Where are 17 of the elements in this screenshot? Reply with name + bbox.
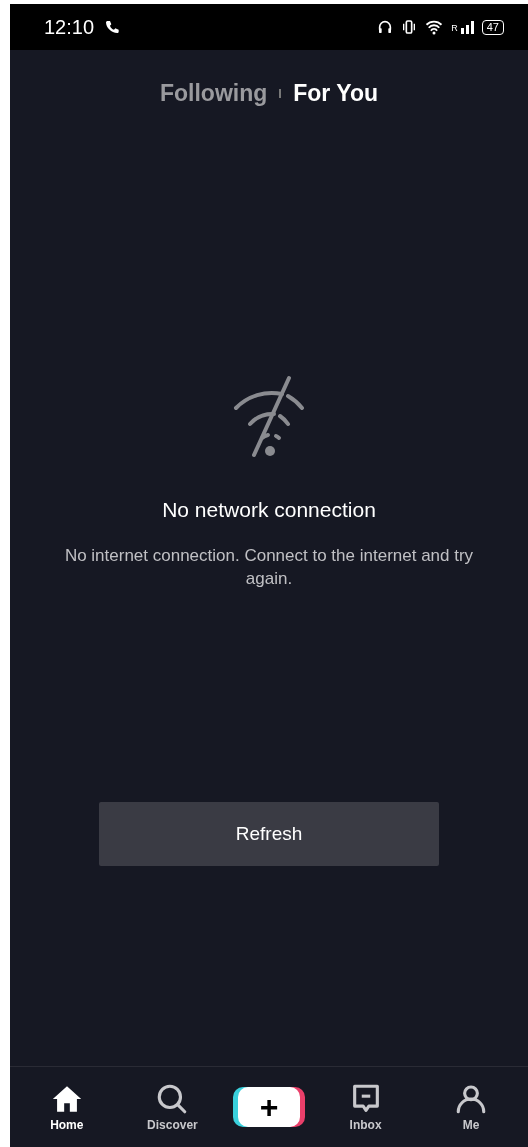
feed-tab[interactable]: For You bbox=[293, 79, 379, 107]
vibrate-icon bbox=[401, 19, 418, 35]
wifi-icon bbox=[425, 19, 444, 35]
phone-icon bbox=[104, 19, 121, 35]
nav-item[interactable]: Home bbox=[26, 1082, 107, 1132]
nav-item[interactable]: Discover bbox=[132, 1082, 213, 1132]
battery-level: 47 bbox=[481, 19, 504, 35]
roaming-label: R bbox=[451, 23, 458, 33]
clock: 12:10 bbox=[44, 15, 95, 39]
empty-state-message: No internet connection. Connect to the internet and try again. bbox=[63, 545, 475, 590]
signal-icon bbox=[459, 20, 474, 34]
empty-state-title: No network connection bbox=[162, 498, 376, 522]
nav-item[interactable]: Inbox bbox=[325, 1082, 406, 1132]
nav-item[interactable]: Me bbox=[431, 1082, 512, 1132]
refresh-button[interactable]: Refresh bbox=[99, 802, 439, 866]
feed-tab[interactable]: Following bbox=[159, 79, 268, 107]
headphones-icon bbox=[377, 19, 394, 35]
